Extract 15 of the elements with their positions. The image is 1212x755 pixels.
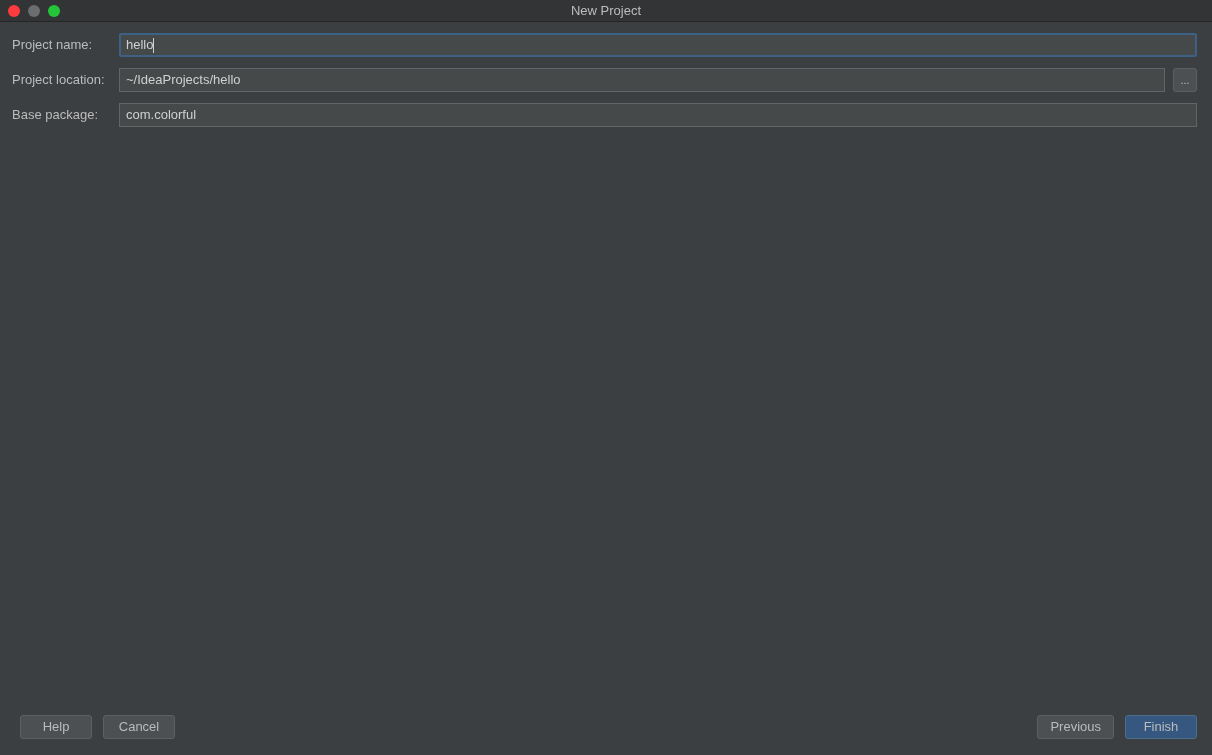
field-label: Project name:: [12, 36, 94, 55]
zoom-icon[interactable]: [48, 5, 60, 17]
input-field[interactable]: ~/IdeaProjects/hello: [119, 68, 1165, 92]
minimize-icon[interactable]: [28, 5, 40, 17]
input-field[interactable]: com.colorful: [119, 103, 1197, 127]
dialog-button[interactable]: Cancel: [103, 715, 175, 739]
field-label: Project location:: [12, 71, 106, 90]
browse-button[interactable]: ...: [1173, 68, 1197, 92]
field-label: Base package:: [12, 106, 99, 125]
dialog-button[interactable]: Help: [20, 715, 92, 739]
input-field[interactable]: hello: [119, 33, 1197, 57]
close-icon[interactable]: [8, 5, 20, 17]
window-title: New Project: [570, 1, 642, 20]
dialog-button[interactable]: Finish: [1125, 715, 1197, 739]
dialog-button[interactable]: Previous: [1037, 715, 1114, 739]
